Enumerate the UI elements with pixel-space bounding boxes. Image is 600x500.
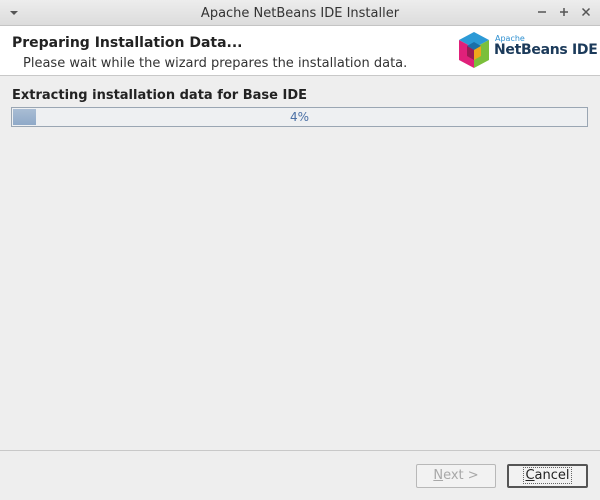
status-label: Extracting installation data for Base ID… (12, 88, 308, 103)
close-icon[interactable] (578, 4, 594, 20)
cancel-mnemonic: C (525, 468, 535, 483)
cancel-button[interactable]: Cancel (507, 464, 588, 488)
window-titlebar: Apache NetBeans IDE Installer (0, 0, 600, 26)
footer-divider (0, 450, 600, 451)
maximize-icon[interactable] (556, 4, 572, 20)
netbeans-logo: Apache NetBeans IDE (457, 30, 598, 70)
page-title: Preparing Installation Data... (12, 35, 243, 51)
next-mnemonic: N (433, 468, 444, 483)
next-button[interactable]: Next > (416, 464, 496, 488)
wizard-header: Preparing Installation Data... Please wa… (0, 26, 600, 76)
minimize-icon[interactable] (534, 4, 550, 20)
window-title: Apache NetBeans IDE Installer (200, 6, 400, 21)
progress-percent: 4% (289, 110, 310, 124)
progress-bar: 4% (11, 107, 588, 127)
cancel-focus-ring: Cancel (523, 467, 572, 484)
cancel-label: ancel (534, 468, 570, 483)
netbeans-cube-icon (459, 32, 489, 68)
next-label: ext > (443, 468, 479, 483)
page-subtitle: Please wait while the wizard prepares th… (23, 56, 408, 71)
logo-product-text: NetBeans IDE (494, 42, 598, 58)
